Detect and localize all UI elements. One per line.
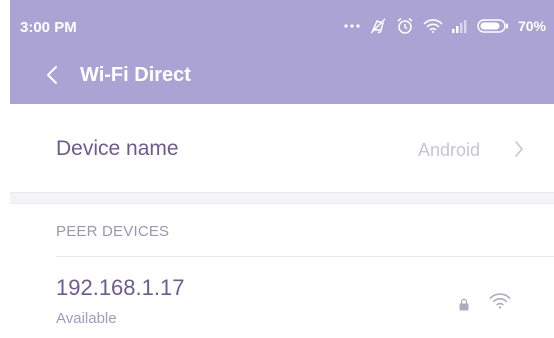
peer-device-status: Available <box>56 310 117 327</box>
device-name-label: Device name <box>56 137 179 160</box>
app-header: 3:00 PM 70% Wi-Fi Direct <box>10 0 554 104</box>
device-name-value: Android <box>417 140 480 160</box>
page-title: Wi-Fi Direct <box>80 64 191 86</box>
toolbar: Wi-Fi Direct <box>10 52 554 104</box>
lock-icon <box>459 298 469 316</box>
peer-devices-header: PEER DEVICES <box>56 223 170 240</box>
peer-device-name: 192.168.1.17 <box>56 275 185 300</box>
alarm-icon <box>396 17 414 35</box>
wifi-signal-icon <box>489 292 511 315</box>
chevron-left-icon <box>46 65 58 90</box>
peer-device-row[interactable]: 192.168.1.17 Available <box>10 257 554 338</box>
status-time: 3:00 PM <box>20 19 77 36</box>
status-bar: 3:00 PM 70% <box>10 0 554 52</box>
battery-icon <box>477 19 509 33</box>
status-icons: 70% <box>344 14 546 38</box>
back-button[interactable] <box>38 62 66 92</box>
battery-percent: 70% <box>517 18 546 34</box>
more-dots-icon <box>344 23 360 29</box>
wifi-direct-screen: 3:00 PM 70% Wi-Fi Direct Device name And… <box>0 0 554 338</box>
device-name-row[interactable]: Device name Android <box>10 104 554 192</box>
chevron-right-icon <box>514 140 524 163</box>
wifi-icon <box>423 18 443 34</box>
section-divider <box>10 192 554 204</box>
mute-icon <box>369 17 387 35</box>
cell-signal-icon <box>451 19 468 33</box>
